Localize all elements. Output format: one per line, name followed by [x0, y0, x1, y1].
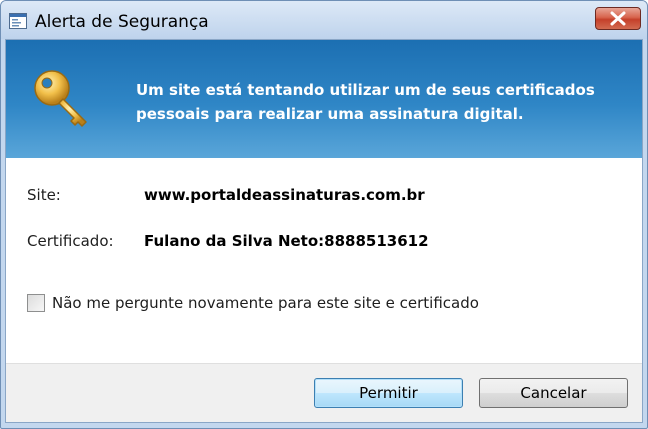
window-title: Alerta de Segurança — [35, 12, 209, 32]
close-button[interactable] — [595, 7, 641, 30]
title-bar[interactable]: Alerta de Segurança — [1, 1, 647, 39]
alert-message: Um site está tentando utilizar um de seu… — [136, 81, 595, 123]
close-icon — [610, 11, 626, 26]
window-app-icon — [9, 13, 27, 29]
dont-ask-again-checkbox[interactable] — [27, 294, 45, 312]
cancel-button[interactable]: Cancelar — [479, 378, 628, 408]
security-alert-dialog: Alerta de Segurança Um site está tentand… — [0, 0, 648, 429]
key-icon — [30, 66, 94, 130]
certificate-label: Certificado: — [27, 232, 114, 250]
allow-button[interactable]: Permitir — [314, 378, 463, 408]
site-label: Site: — [27, 186, 61, 204]
button-bar: Permitir Cancelar — [6, 363, 642, 422]
dont-ask-again-label[interactable]: Não me pergunte novamente para este site… — [52, 294, 479, 312]
dialog-content: Um site está tentando utilizar um de seu… — [5, 39, 643, 423]
alert-banner: Um site está tentando utilizar um de seu… — [6, 40, 642, 158]
site-value: www.portaldeassinaturas.com.br — [144, 186, 425, 204]
certificate-value: Fulano da Silva Neto:8888513612 — [144, 232, 429, 250]
